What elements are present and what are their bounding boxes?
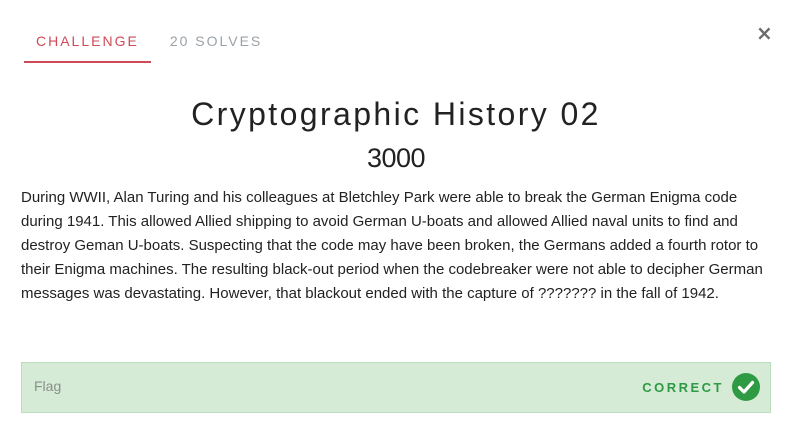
- tab-solves[interactable]: 20 SOLVES: [158, 22, 274, 61]
- challenge-title: Cryptographic History 02: [191, 96, 601, 132]
- challenge-modal: CHALLENGE 20 SOLVES × Cryptographic Hist…: [0, 0, 792, 448]
- flag-submission-bar: CORRECT: [21, 362, 771, 413]
- check-circle-icon: [732, 373, 760, 401]
- flag-input[interactable]: [34, 373, 534, 399]
- challenge-tabs: CHALLENGE 20 SOLVES: [24, 22, 274, 63]
- tab-challenge[interactable]: CHALLENGE: [24, 22, 151, 63]
- status-label: CORRECT: [642, 379, 724, 395]
- flag-status: CORRECT: [642, 373, 760, 401]
- challenge-points: 3000: [366, 143, 426, 173]
- challenge-description: During WWII, Alan Turing and his colleag…: [21, 189, 763, 302]
- close-icon[interactable]: ×: [756, 22, 773, 44]
